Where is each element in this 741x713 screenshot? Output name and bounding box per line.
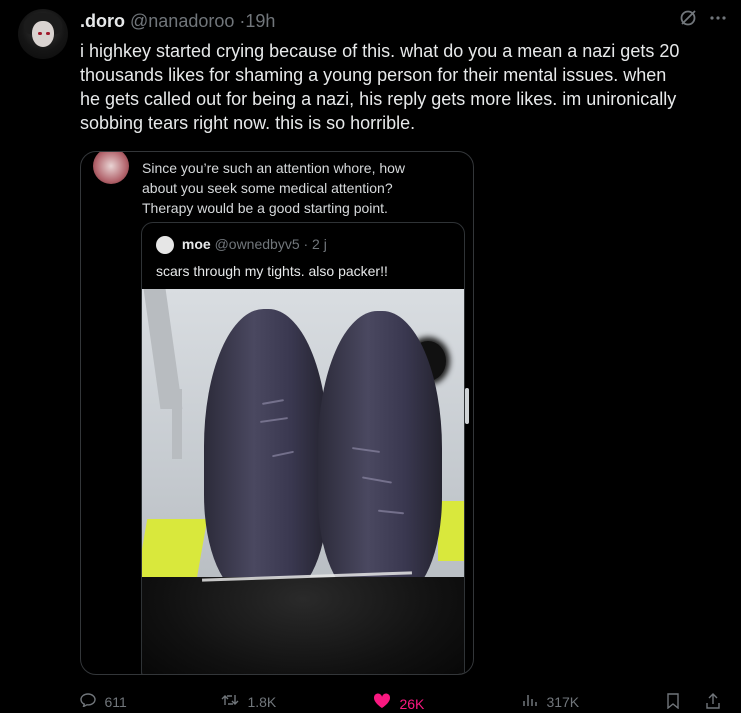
reply-button[interactable]: 611 [80,693,127,711]
like-button[interactable]: 26K [373,693,424,713]
timestamp[interactable]: 19h [245,11,275,31]
author-handle[interactable]: @nanadoroo [130,11,234,31]
quoted-avatar [93,152,129,184]
tweet-header: .doro @nanadoroo ·19h [80,10,275,32]
inner-quoted-card: moe @ownedbyv5 · 2 j scars through my ti… [141,222,465,674]
tweet-text: i highkey started crying because of this… [80,39,730,135]
top-icons [679,9,727,32]
quoted-text-line: about you seek some medical attention? [142,180,393,196]
views-count: 317K [546,694,580,710]
more-icon[interactable] [709,9,727,32]
chair-leg [172,389,182,459]
grok-icon[interactable] [679,9,697,32]
shorts [142,577,464,674]
avatar-face [32,21,54,47]
repost-button[interactable]: 1.8K [221,693,276,711]
author-name[interactable]: .doro [80,11,125,31]
inner-author-name: moe [181,236,211,252]
reply-count: 611 [104,694,127,710]
scrollbar[interactable] [465,388,469,424]
heart-icon [373,693,395,713]
photo [142,289,464,674]
yellow-fabric [142,519,208,579]
author-avatar[interactable] [18,9,68,59]
tweet-media-screenshot[interactable]: Since you’re such an attention whore, ho… [80,151,474,675]
repost-count: 1.8K [247,694,277,710]
share-button[interactable] [705,693,721,713]
bookmark-button[interactable] [666,693,680,713]
views-icon [522,694,542,711]
reply-icon [80,693,100,711]
avatar-eye [46,32,50,35]
quoted-text-line: Since you’re such an attention whore, ho… [142,160,406,176]
quoted-text-line: Therapy would be a good starting point. [142,200,388,216]
inner-header: moe @ownedbyv5 · 2 j [156,235,327,255]
repost-icon [221,694,243,711]
views-button[interactable]: 317K [522,693,579,711]
action-bar: 611 1.8K 26K 317K [80,693,730,713]
inner-text: scars through my tights. also packer!! [156,263,388,279]
tweet-text-line: thousands likes for shaming a young pers… [80,65,667,85]
tweet-text-line: he gets called out for being a nazi, his… [80,89,677,109]
quoted-text: Since you’re such an attention whore, ho… [142,158,462,218]
tweet-text-line: i highkey started crying because of this… [80,41,680,61]
tweet-text-line: sobbing tears right now. this is so horr… [80,113,416,133]
inner-avatar [156,236,174,255]
leg-right [318,311,442,597]
avatar-eye [38,32,42,35]
yellow-fabric [438,501,464,561]
inner-author-handle: @ownedbyv5 · 2 j [214,236,327,252]
leg-left [204,309,328,595]
